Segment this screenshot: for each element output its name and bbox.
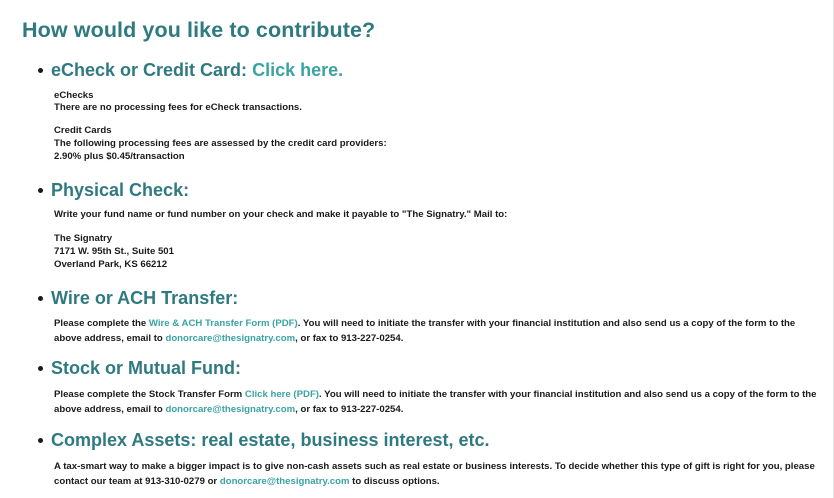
contribute-page: How would you like to contribute? eCheck… <box>0 0 834 498</box>
credit-cards-label: Credit Cards <box>54 125 112 136</box>
credit-cards-fee: 2.90% plus $0.45/transaction <box>54 151 185 162</box>
complex-text-2: to discuss options. <box>349 476 440 487</box>
physical-instructions: Write your fund name or fund number on y… <box>54 209 508 220</box>
bullet-icon <box>38 188 43 193</box>
complex-email-link[interactable]: donorcare@thesignatry.com <box>220 476 350 487</box>
stock-paragraph: Please complete the Stock Transfer Form … <box>54 387 824 417</box>
page-title: How would you like to contribute? <box>22 18 376 42</box>
physical-heading-label: Physical Check: <box>51 180 190 200</box>
wire-email-link[interactable]: donorcare@thesignatry.com <box>165 333 295 344</box>
wire-paragraph: Please complete the Wire & ACH Transfer … <box>54 316 824 346</box>
section-echeck-heading: eCheck or Credit Card: Click here. <box>38 60 343 81</box>
address-line1: 7171 W. 95th St., Suite 501 <box>54 246 174 257</box>
stock-form-link[interactable]: Click here (PDF) <box>245 389 319 400</box>
stock-text-3: , or fax to 913-227-0254. <box>295 404 404 415</box>
section-physical-heading: Physical Check: <box>38 180 189 201</box>
echecks-label: eChecks <box>54 90 94 101</box>
address-line2: Overland Park, KS 66212 <box>54 259 168 270</box>
section-complex-heading: Complex Assets: real estate, business in… <box>38 430 490 451</box>
bullet-icon <box>38 68 43 73</box>
address-name: The Signatry <box>54 233 113 244</box>
complex-paragraph: A tax-smart way to make a bigger impact … <box>54 459 824 489</box>
echecks-text: There are no processing fees for eCheck … <box>54 102 302 113</box>
wire-ach-form-link[interactable]: Wire & ACH Transfer Form (PDF) <box>149 318 298 329</box>
echeck-click-here-link[interactable]: Click here. <box>252 60 343 80</box>
wire-text-3: , or fax to 913-227-0254. <box>295 333 404 344</box>
complex-heading-label: Complex Assets: real estate, business in… <box>51 430 490 450</box>
section-heading: eCheck or Credit Card: Click here. <box>51 60 343 81</box>
stock-email-link[interactable]: donorcare@thesignatry.com <box>165 404 295 415</box>
stock-heading-label: Stock or Mutual Fund: <box>51 358 241 378</box>
section-stock-heading: Stock or Mutual Fund: <box>38 358 241 379</box>
echeck-heading-label: eCheck or Credit Card: <box>51 60 248 80</box>
wire-text-1: Please complete the <box>54 318 149 329</box>
bullet-icon <box>38 438 43 443</box>
credit-cards-text: The following processing fees are assess… <box>54 138 387 149</box>
bullet-icon <box>38 366 43 371</box>
wire-heading-label: Wire or ACH Transfer: <box>51 288 239 308</box>
stock-text-1: Please complete the Stock Transfer Form <box>54 389 245 400</box>
section-wire-heading: Wire or ACH Transfer: <box>38 288 238 309</box>
bullet-icon <box>38 296 43 301</box>
